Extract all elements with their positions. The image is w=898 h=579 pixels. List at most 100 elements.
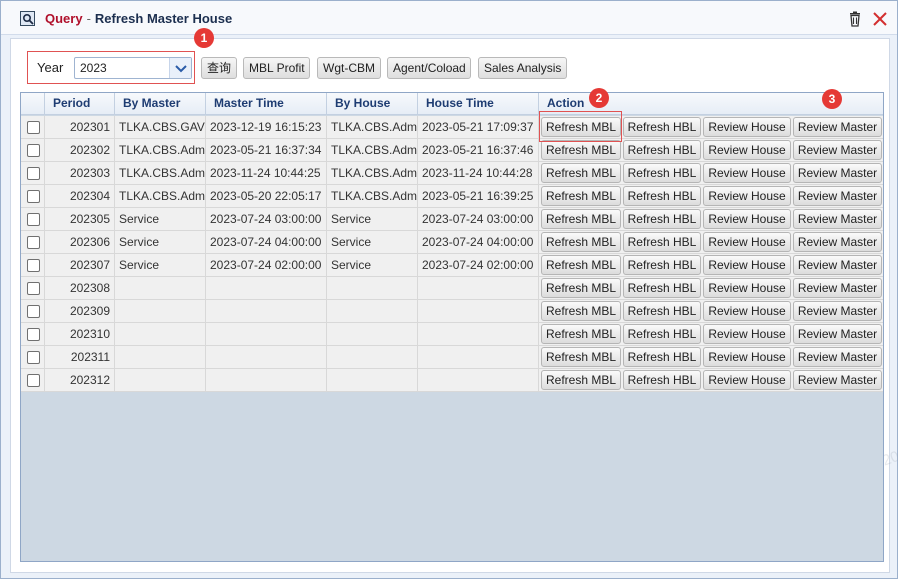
- review-house-button[interactable]: Review House: [703, 370, 791, 390]
- table-row[interactable]: 202303 TLKA.CBS.Adm 2023-11-24 10:44:25 TLK…: [21, 162, 883, 185]
- cell-by-master: Service: [115, 208, 206, 230]
- refresh-hbl-button[interactable]: Refresh HBL: [623, 370, 701, 390]
- refresh-hbl-button[interactable]: Refresh HBL: [623, 140, 701, 160]
- refresh-hbl-button[interactable]: Refresh HBL: [623, 186, 701, 206]
- row-checkbox[interactable]: [27, 351, 40, 364]
- refresh-hbl-button[interactable]: Refresh HBL: [623, 301, 701, 321]
- refresh-mbl-button[interactable]: Refresh MBL: [541, 209, 621, 229]
- refresh-hbl-button[interactable]: Refresh HBL: [623, 209, 701, 229]
- cell-house-time: [418, 346, 539, 368]
- refresh-mbl-button[interactable]: Refresh MBL: [541, 278, 621, 298]
- review-master-button[interactable]: Review Master: [793, 232, 882, 252]
- agent-coload-button[interactable]: Agent/Coload: [387, 57, 471, 79]
- header-master-time[interactable]: Master Time: [206, 93, 327, 114]
- cell-period: 202302: [45, 139, 115, 161]
- refresh-mbl-button[interactable]: Refresh MBL: [541, 163, 621, 183]
- review-house-button[interactable]: Review House: [703, 140, 791, 160]
- cell-by-house: TLKA.CBS.Adm: [327, 185, 418, 207]
- row-checkbox[interactable]: [27, 282, 40, 295]
- refresh-hbl-button[interactable]: Refresh HBL: [623, 117, 701, 137]
- review-master-button[interactable]: Review Master: [793, 117, 882, 137]
- close-icon[interactable]: [872, 11, 888, 27]
- table-row[interactable]: 202309 Refresh MBL Refresh HBL Review House…: [21, 300, 883, 323]
- review-master-button[interactable]: Review Master: [793, 209, 882, 229]
- refresh-hbl-button[interactable]: Refresh HBL: [623, 232, 701, 252]
- header-by-master[interactable]: By Master: [115, 93, 206, 114]
- year-value: 2023: [80, 61, 107, 75]
- refresh-hbl-button[interactable]: Refresh HBL: [623, 163, 701, 183]
- cell-period: 202301: [45, 116, 115, 138]
- review-house-button[interactable]: Review House: [703, 209, 791, 229]
- refresh-hbl-button[interactable]: Refresh HBL: [623, 255, 701, 275]
- refresh-hbl-button[interactable]: Refresh HBL: [623, 324, 701, 344]
- row-checkbox[interactable]: [27, 167, 40, 180]
- mbl-profit-button[interactable]: MBL Profit: [243, 57, 310, 79]
- query-button[interactable]: 查询: [201, 57, 237, 79]
- cell-by-master: TLKA.CBS.Adm: [115, 139, 206, 161]
- refresh-mbl-button[interactable]: Refresh MBL: [541, 140, 621, 160]
- review-house-button[interactable]: Review House: [703, 232, 791, 252]
- chevron-down-icon[interactable]: [169, 58, 191, 78]
- year-label: Year: [37, 60, 64, 75]
- review-master-button[interactable]: Review Master: [793, 301, 882, 321]
- table-row[interactable]: 202304 TLKA.CBS.Adm 2023-05-20 22:05:17 TLK…: [21, 185, 883, 208]
- review-master-button[interactable]: Review Master: [793, 255, 882, 275]
- wgt-cbm-button[interactable]: Wgt-CBM: [317, 57, 381, 79]
- cell-by-master: TLKA.CBS.Adm: [115, 162, 206, 184]
- row-checkbox[interactable]: [27, 213, 40, 226]
- refresh-mbl-button[interactable]: Refresh MBL: [541, 232, 621, 252]
- cell-by-house: Service: [327, 208, 418, 230]
- row-checkbox[interactable]: [27, 236, 40, 249]
- refresh-hbl-button[interactable]: Refresh HBL: [623, 278, 701, 298]
- table-row[interactable]: 202307 Service 2023-07-24 02:00:00 Service 2…: [21, 254, 883, 277]
- refresh-mbl-button[interactable]: Refresh MBL: [541, 117, 621, 137]
- table-row[interactable]: 202302 TLKA.CBS.Adm 2023-05-21 16:37:34 TLK…: [21, 139, 883, 162]
- review-house-button[interactable]: Review House: [703, 347, 791, 367]
- row-checkbox[interactable]: [27, 259, 40, 272]
- review-house-button[interactable]: Review House: [703, 186, 791, 206]
- review-master-button[interactable]: Review Master: [793, 140, 882, 160]
- refresh-mbl-button[interactable]: Refresh MBL: [541, 186, 621, 206]
- table-row[interactable]: 202305 Service 2023-07-24 03:00:00 Service 2…: [21, 208, 883, 231]
- table-row[interactable]: 202312 Refresh MBL Refresh HBL Review House…: [21, 369, 883, 392]
- row-checkbox[interactable]: [27, 144, 40, 157]
- header-period[interactable]: Period: [45, 93, 115, 114]
- table-row[interactable]: 202306 Service 2023-07-24 04:00:00 Service 2…: [21, 231, 883, 254]
- year-select[interactable]: 2023: [74, 57, 192, 79]
- review-house-button[interactable]: Review House: [703, 117, 791, 137]
- review-master-button[interactable]: Review Master: [793, 324, 882, 344]
- review-house-button[interactable]: Review House: [703, 163, 791, 183]
- cell-select: [21, 300, 45, 322]
- refresh-mbl-button[interactable]: Refresh MBL: [541, 255, 621, 275]
- row-checkbox[interactable]: [27, 374, 40, 387]
- table-row[interactable]: 202308 Refresh MBL Refresh HBL Review House…: [21, 277, 883, 300]
- row-checkbox[interactable]: [27, 328, 40, 341]
- header-house-time[interactable]: House Time: [418, 93, 539, 114]
- row-checkbox[interactable]: [27, 121, 40, 134]
- refresh-mbl-button[interactable]: Refresh MBL: [541, 347, 621, 367]
- review-house-button[interactable]: Review House: [703, 278, 791, 298]
- refresh-mbl-button[interactable]: Refresh MBL: [541, 324, 621, 344]
- cell-select: [21, 254, 45, 276]
- row-checkbox[interactable]: [27, 190, 40, 203]
- review-master-button[interactable]: Review Master: [793, 278, 882, 298]
- cell-house-time: [418, 300, 539, 322]
- refresh-mbl-button[interactable]: Refresh MBL: [541, 301, 621, 321]
- review-house-button[interactable]: Review House: [703, 324, 791, 344]
- review-master-button[interactable]: Review Master: [793, 347, 882, 367]
- row-checkbox[interactable]: [27, 305, 40, 318]
- header-by-house[interactable]: By House: [327, 93, 418, 114]
- trash-icon[interactable]: [847, 11, 863, 27]
- table-row[interactable]: 202301 TLKA.CBS.GAV 2023-12-19 16:15:23 TLK…: [21, 116, 883, 139]
- review-master-button[interactable]: Review Master: [793, 163, 882, 183]
- title-bar: Query - Refresh Master House: [1, 1, 897, 35]
- sales-analysis-button[interactable]: Sales Analysis: [478, 57, 567, 79]
- refresh-mbl-button[interactable]: Refresh MBL: [541, 370, 621, 390]
- review-house-button[interactable]: Review House: [703, 255, 791, 275]
- review-house-button[interactable]: Review House: [703, 301, 791, 321]
- review-master-button[interactable]: Review Master: [793, 370, 882, 390]
- refresh-hbl-button[interactable]: Refresh HBL: [623, 347, 701, 367]
- table-row[interactable]: 202311 Refresh MBL Refresh HBL Review House…: [21, 346, 883, 369]
- table-row[interactable]: 202310 Refresh MBL Refresh HBL Review House…: [21, 323, 883, 346]
- review-master-button[interactable]: Review Master: [793, 186, 882, 206]
